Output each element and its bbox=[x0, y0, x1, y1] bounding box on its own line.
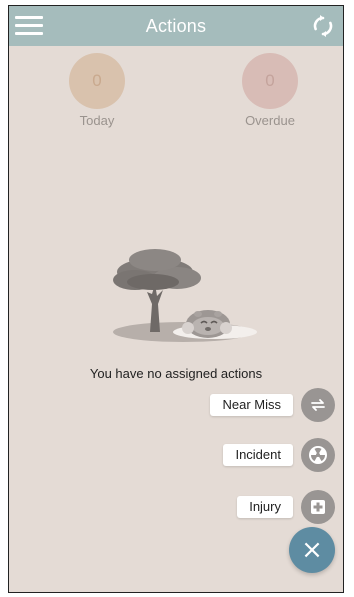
swap-arrows-icon bbox=[311, 399, 325, 411]
incident-button[interactable] bbox=[301, 438, 335, 472]
incident-label[interactable]: Incident bbox=[223, 444, 293, 466]
overdue-label: Overdue bbox=[245, 113, 295, 128]
near-miss-label[interactable]: Near Miss bbox=[210, 394, 293, 416]
fab-item-injury[interactable]: Injury bbox=[237, 490, 335, 524]
stat-overdue[interactable]: 0 Overdue bbox=[235, 53, 305, 128]
near-miss-button[interactable] bbox=[301, 388, 335, 422]
medical-cross-icon bbox=[311, 500, 325, 514]
stat-today[interactable]: 0 Today bbox=[62, 53, 132, 128]
refresh-icon[interactable] bbox=[311, 14, 335, 38]
injury-button[interactable] bbox=[301, 490, 335, 524]
close-icon: × bbox=[301, 535, 323, 565]
tree-and-sleeping-creature-illustration bbox=[113, 249, 257, 342]
today-label: Today bbox=[79, 113, 115, 128]
close-fab-button[interactable]: × bbox=[289, 527, 335, 573]
today-count-badge: 0 bbox=[69, 53, 125, 109]
fab-item-incident[interactable]: Incident bbox=[223, 438, 335, 472]
page-title: Actions bbox=[145, 16, 207, 36]
empty-state-message: You have no assigned actions bbox=[89, 366, 263, 381]
app-bar: Actions bbox=[9, 6, 343, 46]
app-screen: Actions 0 Today 0 Overdue You have no as… bbox=[8, 5, 344, 593]
overdue-count-badge: 0 bbox=[242, 53, 298, 109]
radiation-icon bbox=[309, 446, 327, 464]
fab-item-near-miss[interactable]: Near Miss bbox=[210, 388, 335, 422]
injury-label[interactable]: Injury bbox=[237, 496, 293, 518]
